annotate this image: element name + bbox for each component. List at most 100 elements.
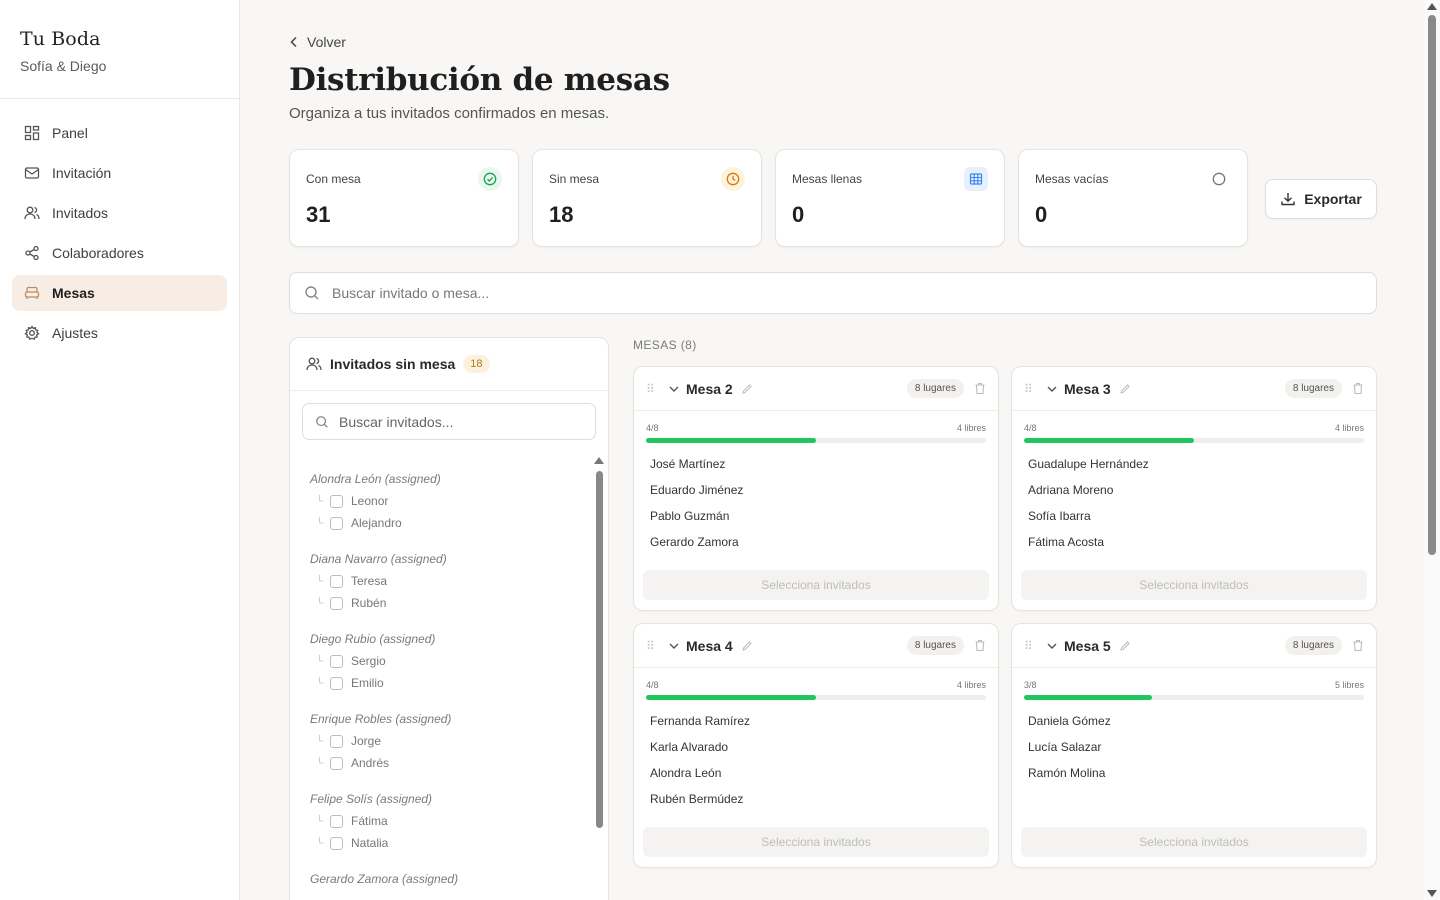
table-guest[interactable]: Alondra León <box>650 766 982 792</box>
guest-checkbox[interactable] <box>330 516 343 530</box>
occupancy-row: 4/8 4 libres <box>634 668 998 690</box>
guest-member-row[interactable]: └ Teresa <box>310 570 580 592</box>
trash-icon[interactable] <box>1352 382 1364 395</box>
occupancy-row: 4/8 4 libres <box>634 411 998 433</box>
sidebar-item-label: Ajustes <box>52 325 98 341</box>
table-guest[interactable]: Adriana Moreno <box>1028 483 1360 509</box>
tree-connector: └ <box>316 517 324 529</box>
guest-member-row[interactable]: └ Emilio <box>310 672 580 694</box>
table-guest-list: Fernanda Ramírez Karla Alvarado Alondra Le… <box>634 700 998 818</box>
sidebar-item-ajustes[interactable]: Ajustes <box>12 315 227 351</box>
pencil-icon[interactable] <box>741 640 753 652</box>
table-guest[interactable]: Pablo Guzmán <box>650 509 982 535</box>
chevron-down-icon[interactable] <box>1046 383 1058 395</box>
table-guest[interactable]: Gerardo Zamora <box>650 535 982 561</box>
tree-connector: └ <box>316 815 324 827</box>
guest-name: Emilio <box>351 676 384 690</box>
trash-icon[interactable] <box>974 639 986 652</box>
sidebar-item-panel[interactable]: Panel <box>12 115 227 151</box>
guest-member-row[interactable]: └ Fátima <box>310 810 580 832</box>
table-guest[interactable]: Lucía Salazar <box>1028 740 1360 766</box>
guest-member-row[interactable]: └ Leonor <box>310 490 580 512</box>
drag-handle-icon[interactable]: ⠿ <box>646 639 662 653</box>
scroll-up-icon[interactable] <box>1427 3 1437 10</box>
group-title: Felipe Solís (assigned) <box>310 792 433 806</box>
guest-checkbox[interactable] <box>330 574 343 588</box>
tree-connector: └ <box>316 495 324 507</box>
chevron-down-icon[interactable] <box>668 640 680 652</box>
guest-name: Fátima <box>351 814 388 828</box>
window-scrollbar[interactable] <box>1424 0 1440 900</box>
panel-scrollbar[interactable] <box>594 455 604 900</box>
select-guests-button[interactable]: Selecciona invitados <box>643 570 989 600</box>
guest-name: Rubén <box>351 596 387 610</box>
table-card-header: ⠿ Mesa 3 8 lugares <box>1012 367 1376 411</box>
seats-badge: 8 lugares <box>906 379 964 398</box>
trash-icon[interactable] <box>1352 639 1364 652</box>
occupancy-bar-fill <box>646 438 816 443</box>
table-guest[interactable]: Karla Alvarado <box>650 740 982 766</box>
guest-member-row[interactable]: └ Alejandro <box>310 512 580 534</box>
back-link[interactable]: Volver <box>289 34 346 50</box>
pencil-icon[interactable] <box>1119 383 1131 395</box>
guest-member-row[interactable]: └ Andrés <box>310 752 580 774</box>
guest-member-row[interactable]: └ Sergio <box>310 650 580 672</box>
guest-group: Gerardo Zamora (assigned) <box>310 868 580 890</box>
table-guest[interactable]: Fátima Acosta <box>1028 535 1360 561</box>
export-button[interactable]: Exportar <box>1265 179 1377 219</box>
table-guest[interactable]: Ramón Molina <box>1028 766 1360 792</box>
sidebar-item-mesas[interactable]: Mesas <box>12 275 227 311</box>
guest-checkbox[interactable] <box>330 654 343 668</box>
guest-checkbox[interactable] <box>330 836 343 850</box>
drag-handle-icon[interactable]: ⠿ <box>1024 639 1040 653</box>
search-input[interactable] <box>332 285 1232 301</box>
sidebar-item-colaboradores[interactable]: Colaboradores <box>12 235 227 271</box>
scroll-up-icon[interactable] <box>594 457 604 464</box>
scroll-down-icon[interactable] <box>1427 890 1437 897</box>
select-guests-button[interactable]: Selecciona invitados <box>643 827 989 857</box>
drag-handle-icon[interactable]: ⠿ <box>646 382 662 396</box>
guest-name: Natalia <box>351 836 389 850</box>
guest-search <box>302 403 596 440</box>
group-title: Diana Navarro (assigned) <box>310 552 447 566</box>
select-guests-button[interactable]: Selecciona invitados <box>1021 570 1367 600</box>
guest-checkbox[interactable] <box>330 494 343 508</box>
table-card: ⠿ Mesa 2 8 lugares 4/8 4 libres José Martínez… <box>633 366 999 611</box>
window-scroll-thumb[interactable] <box>1428 15 1436 555</box>
scroll-thumb[interactable] <box>596 471 603 828</box>
table-guest[interactable]: Eduardo Jiménez <box>650 483 982 509</box>
table-guest[interactable]: Fernanda Ramírez <box>650 714 982 740</box>
guest-member-row[interactable]: └ Rubén <box>310 592 580 614</box>
stat-label: Mesas vacías <box>1035 172 1109 186</box>
table-guest[interactable]: Sofía Ibarra <box>1028 509 1360 535</box>
pencil-icon[interactable] <box>741 383 753 395</box>
guest-checkbox[interactable] <box>330 596 343 610</box>
sidebar-item-invitacion[interactable]: Invitación <box>12 155 227 191</box>
table-grid-icon <box>964 167 988 191</box>
stat-value: 18 <box>549 202 574 227</box>
pencil-icon[interactable] <box>1119 640 1131 652</box>
stat-value: 31 <box>306 202 331 227</box>
drag-handle-icon[interactable]: ⠿ <box>1024 382 1040 396</box>
guest-group: Felipe Solís (assigned) └ Fátima └ Natalia <box>310 788 580 854</box>
guest-search-input[interactable] <box>339 413 579 430</box>
guest-name: Alejandro <box>351 516 402 530</box>
tree-connector: └ <box>316 597 324 609</box>
guest-checkbox[interactable] <box>330 814 343 828</box>
table-guest[interactable]: Guadalupe Hernández <box>1028 457 1360 483</box>
guest-checkbox[interactable] <box>330 734 343 748</box>
gear-icon <box>24 325 40 341</box>
page-subtitle: Organiza a tus invitados confirmados en … <box>289 105 610 122</box>
table-guest[interactable]: Rubén Bermúdez <box>650 792 982 818</box>
guest-member-row[interactable]: └ Natalia <box>310 832 580 854</box>
guest-member-row[interactable]: └ Jorge <box>310 730 580 752</box>
guest-checkbox[interactable] <box>330 676 343 690</box>
table-guest[interactable]: Daniela Gómez <box>1028 714 1360 740</box>
trash-icon[interactable] <box>974 382 986 395</box>
guest-checkbox[interactable] <box>330 756 343 770</box>
select-guests-button[interactable]: Selecciona invitados <box>1021 827 1367 857</box>
table-guest[interactable]: José Martínez <box>650 457 982 483</box>
chevron-down-icon[interactable] <box>668 383 680 395</box>
sidebar-item-invitados[interactable]: Invitados <box>12 195 227 231</box>
chevron-down-icon[interactable] <box>1046 640 1058 652</box>
